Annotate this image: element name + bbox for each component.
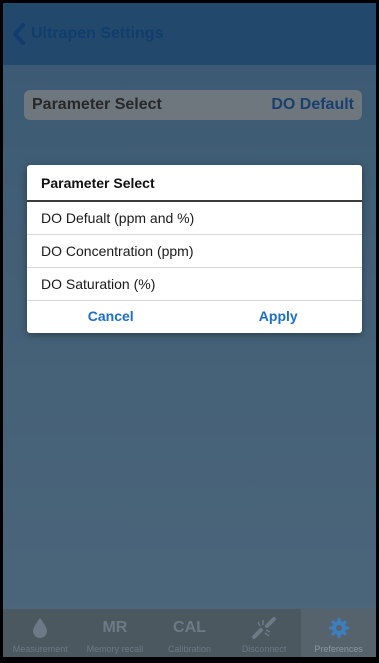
tab-memory-recall[interactable]: MR Memory recall bbox=[78, 609, 153, 657]
tab-measurement[interactable]: Measurement bbox=[3, 609, 78, 657]
option-do-default[interactable]: DO Defualt (ppm and %) bbox=[27, 202, 362, 235]
app-frame: Ultrapen Settings Parameter Select DO De… bbox=[3, 3, 376, 657]
cal-icon: CAL bbox=[173, 619, 206, 636]
cancel-button[interactable]: Cancel bbox=[27, 301, 195, 331]
tab-calibration[interactable]: CAL Calibration bbox=[152, 609, 227, 657]
tab-measurement-label: Measurement bbox=[12, 644, 68, 654]
tab-disconnect-label: Disconnect bbox=[241, 644, 287, 654]
disconnect-icon bbox=[251, 615, 277, 641]
tab-preferences[interactable]: Preferences bbox=[301, 609, 376, 657]
option-do-saturation[interactable]: DO Saturation (%) bbox=[27, 268, 362, 301]
gear-icon bbox=[328, 615, 350, 641]
mr-icon: MR bbox=[102, 619, 128, 636]
drop-icon bbox=[32, 615, 48, 641]
tab-disconnect[interactable]: Disconnect bbox=[227, 609, 302, 657]
apply-button[interactable]: Apply bbox=[195, 301, 363, 331]
dialog-actions: Cancel Apply bbox=[27, 301, 362, 331]
parameter-select-dialog: Parameter Select DO Defualt (ppm and %) … bbox=[27, 165, 362, 333]
tab-preferences-label: Preferences bbox=[314, 644, 363, 654]
tab-calibration-label: Calibration bbox=[167, 644, 211, 654]
dialog-title: Parameter Select bbox=[27, 165, 362, 202]
tab-memory-recall-label: Memory recall bbox=[86, 644, 144, 654]
option-do-concentration[interactable]: DO Concentration (ppm) bbox=[27, 235, 362, 268]
tab-bar: Measurement MR Memory recall CAL Calibra… bbox=[3, 609, 376, 657]
